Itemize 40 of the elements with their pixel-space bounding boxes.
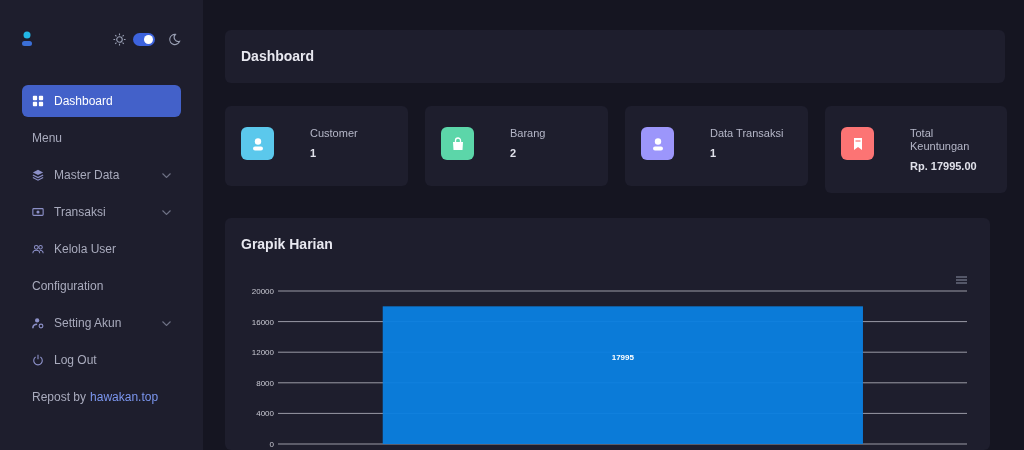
stat-label: Barang [510,127,546,141]
moon-icon [168,32,181,46]
y-tick-label: 0 [269,440,274,450]
data-label: 17995 [611,353,634,363]
chevron-down-icon [162,320,171,326]
credit-text: Repost by [32,389,87,406]
sidebar-item[interactable]: Setting Akun [22,307,181,339]
section-heading: Configuration [31,278,105,295]
sidebar-item[interactable]: Master Data [22,159,181,191]
chevron-down-icon [162,209,171,215]
user-gear-icon [32,317,44,329]
section-heading: Menu [31,130,64,147]
credit-link[interactable]: hawakan.top [90,388,159,406]
grid-icon [32,95,44,107]
stat-value: Rp. 17995.00 [910,159,978,175]
users-icon [32,243,44,255]
stat-label: Data Transaksi [710,127,784,141]
stat-label: Total Keuntungan [910,127,971,154]
chart-title: Grapik Harian [241,235,334,255]
power-icon [32,354,44,366]
y-tick-label: 20000 [251,287,274,297]
stat-value: 1 [310,146,318,162]
y-tick-label: 8000 [256,378,274,388]
stat-value: 2 [510,146,518,162]
money-icon [32,206,44,218]
page-title: Dashboard [241,47,315,66]
y-tick-label: 16000 [251,317,274,327]
sidebar-item[interactable]: Transaksi [22,196,181,228]
chevron-down-icon [162,172,171,178]
y-tick-label: 4000 [256,409,274,419]
sidebar-item[interactable]: Dashboard [22,85,181,117]
stat-value: 1 [710,146,718,162]
sidebar-item[interactable]: Log Out [22,344,181,376]
theme-toggle[interactable] [133,32,155,46]
sidebar-item[interactable]: Kelola User [22,233,181,265]
stat-label: Customer [310,127,358,141]
sun-icon [113,32,126,46]
y-tick-label: 12000 [251,348,274,358]
user-icon [22,31,32,47]
layers-icon [32,169,44,181]
